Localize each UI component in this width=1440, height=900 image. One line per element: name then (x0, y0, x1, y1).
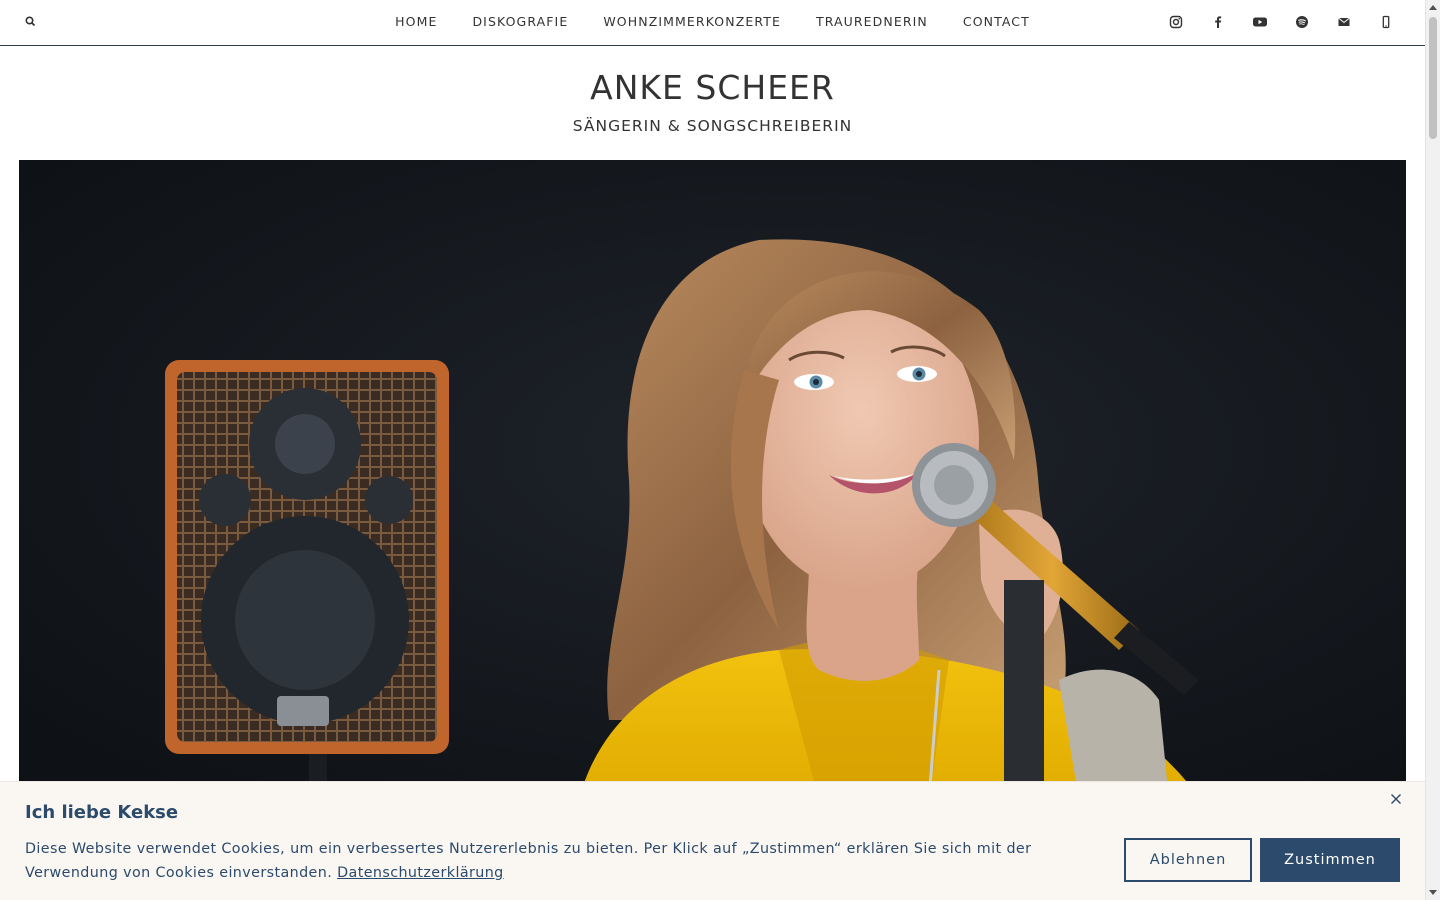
vertical-scrollbar[interactable] (1425, 0, 1440, 900)
facebook-icon[interactable] (1209, 13, 1227, 31)
nav-item-traurednerin[interactable]: TRAUREDNERIN (798, 14, 945, 29)
youtube-icon[interactable] (1251, 13, 1269, 31)
scrollbar-thumb[interactable] (1429, 17, 1437, 139)
phone-icon[interactable] (1377, 13, 1395, 31)
accept-button[interactable]: Zustimmen (1260, 838, 1400, 882)
cookie-message-text: Diese Website verwendet Cookies, um ein … (25, 841, 1032, 881)
hero-image (19, 160, 1406, 800)
scroll-down-icon[interactable] (1429, 890, 1437, 895)
nav-item-diskografie[interactable]: DISKOGRAFIE (455, 14, 586, 29)
close-icon[interactable] (1389, 792, 1403, 806)
decline-button[interactable]: Ablehnen (1124, 838, 1252, 882)
privacy-policy-link[interactable]: Datenschutzerklärung (337, 865, 504, 881)
scroll-up-icon[interactable] (1429, 5, 1437, 10)
nav-item-contact[interactable]: CONTACT (945, 14, 1047, 29)
speaker-cabinet (165, 360, 449, 800)
site-title[interactable]: ANKE SCHEER (0, 68, 1425, 107)
top-navigation-bar: HOME DISKOGRAFIE WOHNZIMMERKONZERTE TRAU… (0, 0, 1425, 46)
cookie-title: Ich liebe Kekse (25, 802, 179, 823)
instagram-icon[interactable] (1167, 13, 1185, 31)
cookie-message: Diese Website verwendet Cookies, um ein … (25, 837, 1105, 885)
cookie-banner: Ich liebe Kekse Diese Website verwendet … (0, 781, 1425, 900)
site-subtitle: SÄNGERIN & SONGSCHREIBERIN (572, 117, 853, 135)
social-links (1167, 13, 1395, 31)
nav-item-wohnzimmerkonzerte[interactable]: WOHNZIMMERKONZERTE (586, 14, 799, 29)
nav-item-home[interactable]: HOME (378, 14, 455, 29)
mail-icon[interactable] (1335, 13, 1353, 31)
spotify-icon[interactable] (1293, 13, 1311, 31)
